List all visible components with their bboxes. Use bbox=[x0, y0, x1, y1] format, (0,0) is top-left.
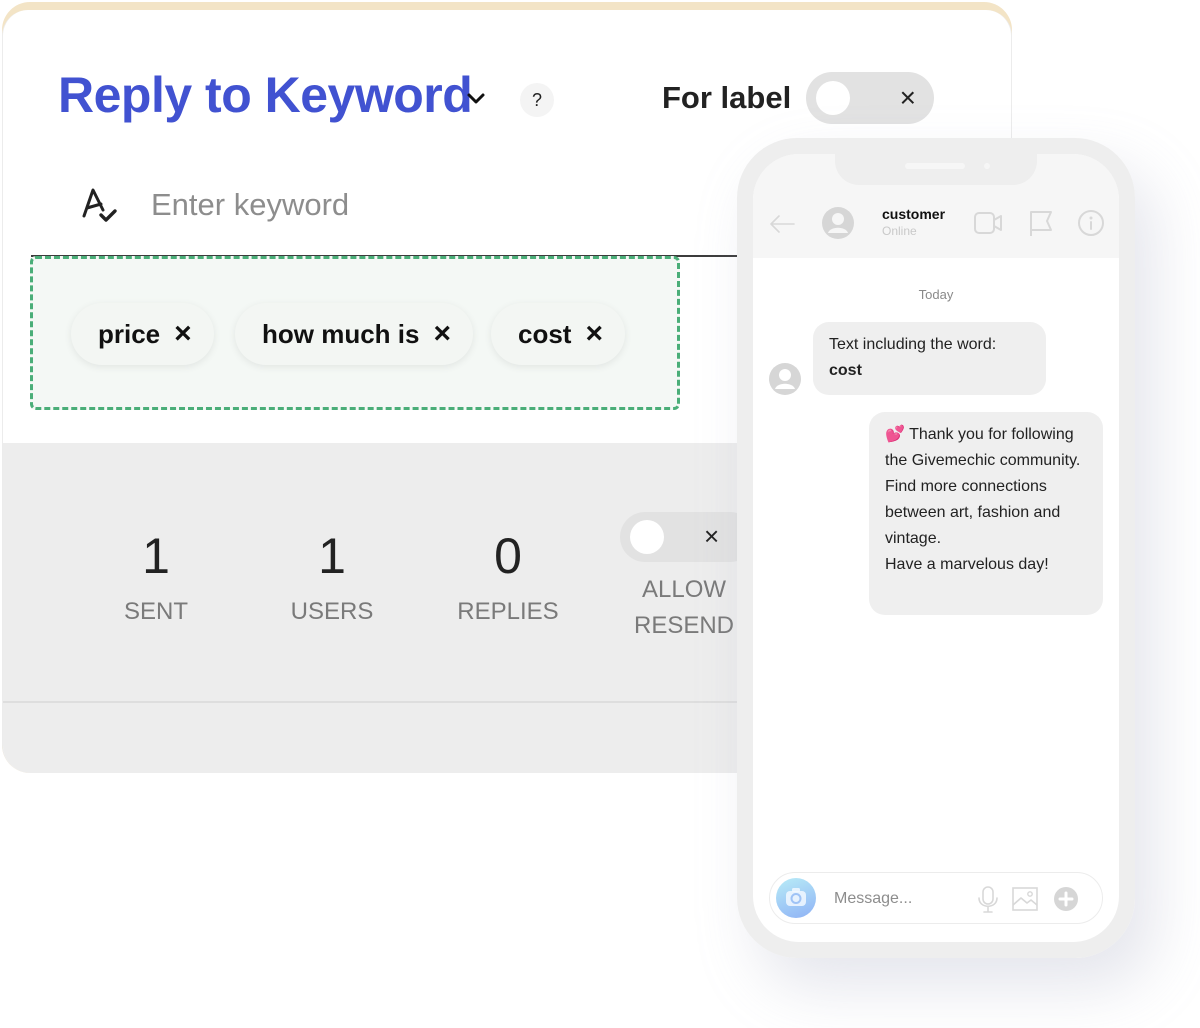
allow-resend-label: ALLOW RESEND bbox=[623, 572, 745, 644]
keyword-tag: price × bbox=[71, 303, 214, 365]
remove-keyword-icon[interactable]: × bbox=[174, 319, 192, 349]
outgoing-line: 💕 Thank you for following the Givemechic… bbox=[885, 426, 1081, 469]
video-call-icon[interactable] bbox=[973, 210, 1003, 236]
spellcheck-icon bbox=[82, 188, 117, 222]
phone-preview: customer Online Today Text including the… bbox=[737, 138, 1135, 958]
for-label-toggle[interactable]: × bbox=[806, 72, 934, 124]
keyword-tag-label: price bbox=[98, 318, 161, 349]
allow-resend-label-line1: ALLOW bbox=[641, 576, 727, 603]
microphone-icon[interactable] bbox=[976, 885, 1000, 913]
day-separator: Today bbox=[918, 287, 954, 302]
incoming-message: Text including the word: cost bbox=[813, 322, 1046, 395]
stat-value: 1 bbox=[142, 528, 170, 584]
close-icon: × bbox=[704, 521, 720, 551]
stat-label: REPLIES bbox=[457, 598, 559, 625]
keyword-tag: how much is × bbox=[235, 303, 473, 365]
keyword-tags-container: price × how much is × cost × bbox=[30, 256, 680, 410]
message-input[interactable] bbox=[832, 886, 966, 912]
outgoing-line: Find more connections between art, fashi… bbox=[885, 478, 1061, 547]
chevron-down-icon[interactable] bbox=[465, 88, 487, 110]
page-title: Reply to Keyword bbox=[58, 67, 473, 123]
for-label-text: For label bbox=[662, 80, 792, 115]
allow-resend-label-line2: RESEND bbox=[633, 612, 735, 639]
back-arrow-icon[interactable] bbox=[767, 209, 797, 239]
keyword-tag: cost × bbox=[491, 303, 625, 365]
close-icon: × bbox=[899, 82, 916, 113]
camera-icon bbox=[786, 888, 806, 906]
keyword-tag-label: cost bbox=[518, 318, 572, 349]
stat-label: USERS bbox=[290, 598, 374, 625]
avatar-icon bbox=[769, 363, 801, 395]
keyword-input[interactable] bbox=[149, 182, 653, 228]
info-icon[interactable] bbox=[1077, 209, 1105, 237]
stat-value: 1 bbox=[318, 528, 346, 584]
toggle-knob bbox=[816, 81, 850, 115]
flag-icon[interactable] bbox=[1028, 209, 1054, 237]
stat-label: SENT bbox=[123, 598, 188, 625]
outgoing-line: Have a marvelous day! bbox=[885, 556, 1049, 573]
phone-notch bbox=[835, 154, 1037, 185]
add-icon[interactable] bbox=[1053, 886, 1079, 912]
keyword-tag-label: how much is bbox=[262, 318, 420, 349]
remove-keyword-icon[interactable]: × bbox=[433, 319, 451, 349]
avatar-icon bbox=[822, 207, 854, 239]
message-composer bbox=[769, 872, 1103, 924]
contact-name: customer bbox=[882, 206, 946, 222]
help-button[interactable]: ? bbox=[520, 83, 554, 117]
toggle-knob bbox=[630, 520, 664, 554]
front-camera-dot bbox=[984, 163, 990, 169]
chat-header: customer Online bbox=[753, 154, 1119, 258]
contact-status: Online bbox=[882, 224, 917, 238]
speaker-slot bbox=[905, 163, 965, 169]
allow-resend-toggle[interactable]: × bbox=[620, 512, 755, 562]
phone-screen: customer Online Today Text including the… bbox=[753, 154, 1119, 942]
incoming-message-keyword: cost bbox=[829, 362, 862, 379]
stat-sent: 1 SENT bbox=[76, 528, 236, 626]
outgoing-message: 💕 Thank you for following the Givemechic… bbox=[869, 412, 1103, 615]
stat-users: 1 USERS bbox=[252, 528, 412, 626]
incoming-message-text: Text including the word: bbox=[829, 336, 997, 353]
stat-replies: 0 REPLIES bbox=[428, 528, 588, 626]
camera-button[interactable] bbox=[776, 878, 816, 918]
image-icon[interactable] bbox=[1011, 886, 1039, 912]
remove-keyword-icon[interactable]: × bbox=[585, 319, 603, 349]
stat-value: 0 bbox=[494, 528, 522, 584]
